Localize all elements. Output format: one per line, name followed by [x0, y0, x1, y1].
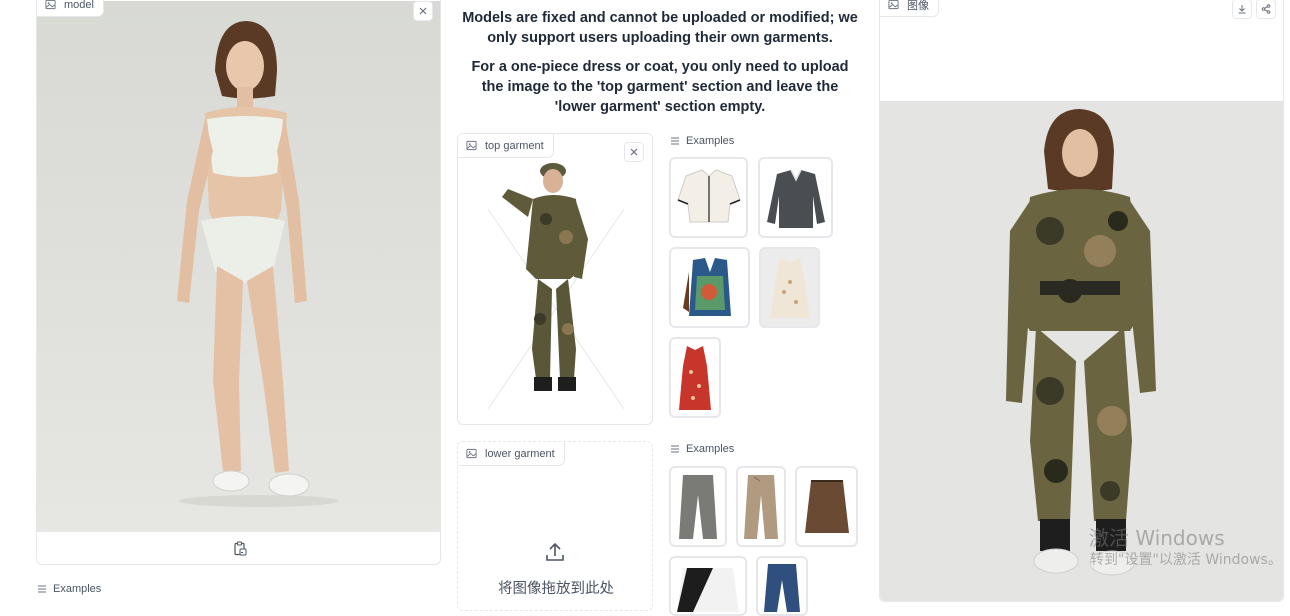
image-icon	[466, 140, 477, 151]
clear-model-button[interactable]	[413, 1, 433, 21]
lower-example-thumb[interactable]	[669, 466, 727, 547]
top-example-thumb[interactable]	[669, 247, 750, 328]
top-example-thumb[interactable]	[759, 247, 820, 328]
model-toolbar	[37, 531, 440, 564]
top-examples-label: Examples	[686, 135, 735, 147]
model-image-panel[interactable]: model	[36, 0, 441, 565]
model-label: model	[64, 0, 94, 11]
top-examples-header: Examples	[670, 135, 734, 147]
image-icon	[45, 0, 56, 10]
grey-cardigan-image	[766, 169, 825, 228]
top-garment-upload[interactable]: top garment	[457, 133, 653, 425]
top-garment-photo	[487, 163, 625, 410]
jeans-image	[764, 564, 800, 612]
image-icon	[466, 448, 477, 459]
lower-examples-label: Examples	[686, 443, 735, 455]
windows-watermark-subtitle: 转到"设置"以激活 Windows。	[1090, 552, 1282, 568]
patterned-vest-image	[682, 257, 731, 316]
download-icon	[1238, 5, 1246, 14]
model-examples-label: Examples	[53, 583, 102, 595]
top-example-thumb[interactable]	[669, 337, 721, 418]
output-label: 图像	[907, 0, 929, 12]
lower-example-thumb[interactable]	[736, 466, 786, 547]
close-icon	[630, 148, 638, 156]
instruction-line-1: Models are fixed and cannot be uploaded …	[462, 10, 858, 46]
download-button[interactable]	[1232, 0, 1252, 19]
paste-from-clipboard-icon[interactable]	[232, 541, 248, 557]
top-garment-label: top garment	[485, 139, 544, 152]
khaki-trousers-image	[744, 474, 778, 539]
output-image-panel: 图像	[879, 0, 1284, 602]
lower-example-thumb[interactable]	[756, 556, 808, 616]
drop-zone-text: 将图像拖放到此处	[498, 581, 614, 597]
lower-example-thumb[interactable]	[669, 556, 747, 616]
leather-skirt-image	[804, 479, 849, 533]
white-blouse-image	[676, 168, 741, 222]
grey-trousers-image	[679, 474, 717, 539]
colorblock-skirt-image	[677, 568, 739, 612]
share-button[interactable]	[1256, 0, 1276, 19]
instruction-line-2: For a one-piece dress or coat, you only …	[471, 59, 849, 115]
close-icon	[419, 7, 427, 15]
model-label-tag: model	[37, 0, 104, 17]
red-dress-image	[679, 345, 711, 410]
top-example-thumb[interactable]	[669, 157, 748, 238]
output-label-tag: 图像	[880, 0, 939, 17]
lower-garment-label: lower garment	[485, 447, 555, 460]
share-icon	[1261, 4, 1271, 14]
list-icon	[671, 137, 679, 145]
top-garment-label-tag: top garment	[458, 134, 554, 158]
lower-garment-upload[interactable]: lower garment 将图像拖放到此处	[457, 441, 653, 611]
upload-icon	[546, 542, 564, 561]
windows-watermark-title: 激活 Windows	[1089, 526, 1225, 550]
lower-examples-header: Examples	[670, 443, 734, 455]
lower-garment-label-tag: lower garment	[458, 442, 565, 466]
model-examples-header: Examples	[37, 583, 101, 595]
floral-dress-image	[769, 257, 810, 318]
top-example-thumb[interactable]	[758, 157, 833, 238]
list-icon	[671, 445, 679, 453]
lower-example-thumb[interactable]	[795, 466, 858, 547]
image-icon	[888, 0, 899, 10]
clear-top-garment-button[interactable]	[624, 142, 644, 162]
model-photo	[37, 1, 440, 531]
